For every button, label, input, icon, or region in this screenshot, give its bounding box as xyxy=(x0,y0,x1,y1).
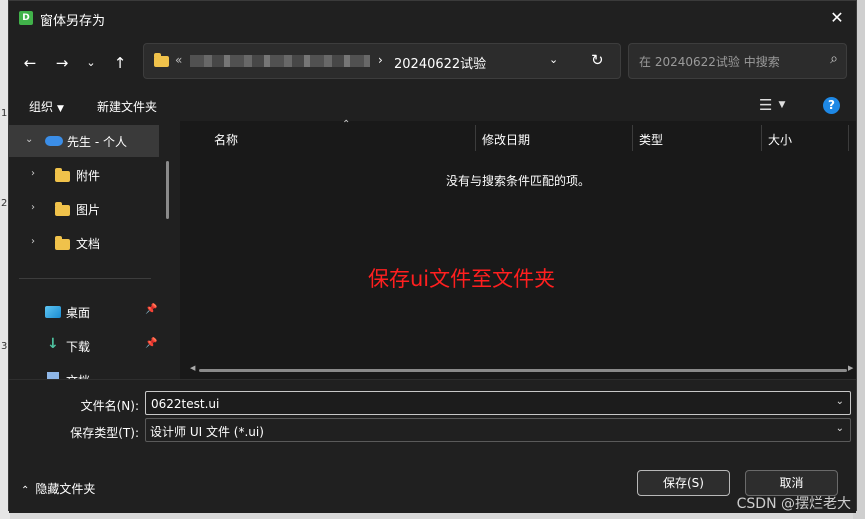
save-button[interactable]: 保存(S) xyxy=(637,470,730,496)
column-header-name[interactable]: 名称 xyxy=(214,131,238,148)
document-icon xyxy=(47,372,59,379)
new-folder-label: 新建文件夹 xyxy=(97,100,158,114)
download-icon: ↓ xyxy=(47,336,59,352)
arrow-right-icon: → xyxy=(55,54,69,72)
filetype-select[interactable]: 设计师 UI 文件 (*.ui) ⌄ xyxy=(145,418,851,442)
back-button[interactable]: ← xyxy=(19,53,41,73)
annotation-text: 保存ui文件至文件夹 xyxy=(368,267,556,291)
nav-item-documents[interactable]: 文档 xyxy=(9,364,159,379)
sort-ascending-icon: ⌃ xyxy=(342,119,351,130)
save-as-dialog: D 窗体另存为 ✕ ← → ⌄ ↑ « › 20240622试验 ⌄ ↻ ⌕ 组… xyxy=(8,0,857,513)
close-button[interactable]: ✕ xyxy=(826,8,848,28)
caret-down-icon: ▼ xyxy=(778,100,786,110)
pin-icon[interactable]: 📌 xyxy=(145,304,157,315)
column-header-modified[interactable]: 修改日期 xyxy=(482,131,530,148)
navigation-pane: ⌄ 先生 - 个人 › 附件 › 图片 › 文档 桌面 📌 ↓ 下载 📌 xyxy=(9,121,179,379)
search-input[interactable] xyxy=(637,52,816,72)
nav-item-documents-folder[interactable]: › 文档 xyxy=(9,227,159,259)
close-icon: ✕ xyxy=(830,8,844,27)
nav-item-label: 桌面 xyxy=(66,306,91,320)
nav-item-pictures[interactable]: › 图片 xyxy=(9,193,159,225)
scroll-right-icon[interactable]: ▶ xyxy=(848,364,853,372)
organize-label: 组织 xyxy=(29,100,54,114)
nav-item-onedrive[interactable]: ⌄ 先生 - 个人 xyxy=(9,125,159,157)
chevron-right-icon[interactable]: › xyxy=(31,236,35,247)
nav-item-desktop[interactable]: 桌面 📌 xyxy=(9,296,159,328)
column-header-size[interactable]: 大小 xyxy=(768,131,792,148)
chevron-down-icon[interactable]: ⌄ xyxy=(836,396,844,407)
hide-folders-toggle[interactable]: ⌃ 隐藏文件夹 xyxy=(21,480,95,497)
ruler-mark: 2 xyxy=(1,198,8,209)
column-header-type[interactable]: 类型 xyxy=(639,131,663,148)
horizontal-scrollbar[interactable] xyxy=(199,369,847,372)
up-button[interactable]: ↑ xyxy=(109,53,131,73)
address-bar[interactable]: « › 20240622试验 ⌄ ↻ xyxy=(143,43,621,79)
breadcrumb-arrow-icon[interactable]: › xyxy=(378,53,383,67)
app-icon: D xyxy=(19,11,33,25)
organize-button[interactable]: 组织 ▼ xyxy=(29,98,64,115)
search-icon[interactable]: ⌕ xyxy=(830,51,838,67)
save-form: 文件名(N): ⌄ 保存类型(T): 设计师 UI 文件 (*.ui) ⌄ ⌃ 隐… xyxy=(9,379,856,513)
blurred-path xyxy=(190,55,370,67)
breadcrumb-overflow[interactable]: « xyxy=(175,53,182,67)
nav-item-downloads[interactable]: ↓ 下载 📌 xyxy=(9,330,159,362)
filename-label: 文件名(N): xyxy=(80,399,139,413)
nav-item-label: 文档 xyxy=(66,372,90,379)
cloud-icon xyxy=(45,136,63,146)
nav-item-label: 附件 xyxy=(76,169,101,183)
chevron-down-icon[interactable]: ⌄ xyxy=(25,134,33,145)
nav-scrollbar[interactable] xyxy=(166,161,169,219)
refresh-icon[interactable]: ↻ xyxy=(591,51,604,69)
address-dropdown-icon[interactable]: ⌄ xyxy=(549,53,558,66)
column-divider[interactable] xyxy=(632,125,633,151)
empty-state-message: 没有与搜索条件匹配的项。 xyxy=(445,174,590,188)
filetype-label: 保存类型(T): xyxy=(70,426,139,440)
forward-button[interactable]: → xyxy=(51,53,73,73)
ruler-mark: 1 xyxy=(1,108,8,119)
arrow-left-icon: ← xyxy=(23,54,37,72)
chevron-right-icon[interactable]: › xyxy=(31,202,35,213)
nav-item-label: 图片 xyxy=(76,203,101,217)
new-folder-button[interactable]: 新建文件夹 xyxy=(97,98,157,115)
list-view-icon: ☰ xyxy=(759,96,773,114)
filename-input[interactable] xyxy=(149,395,823,413)
hide-folders-label: 隐藏文件夹 xyxy=(35,482,96,496)
dialog-title: 窗体另存为 xyxy=(40,14,106,29)
nav-item-label: 先生 - 个人 xyxy=(67,135,127,149)
column-divider[interactable] xyxy=(761,125,762,151)
scroll-left-icon[interactable]: ◀ xyxy=(190,364,195,372)
nav-divider xyxy=(19,278,151,279)
desktop-icon xyxy=(45,306,61,318)
breadcrumb-current[interactable]: 20240622试验 xyxy=(394,53,486,72)
folder-icon xyxy=(154,53,169,67)
chevron-down-icon[interactable]: ⌄ xyxy=(836,423,844,434)
column-divider[interactable] xyxy=(848,125,849,151)
chevron-right-icon[interactable]: › xyxy=(31,168,35,179)
help-icon[interactable]: ? xyxy=(823,97,840,114)
folder-icon xyxy=(55,168,70,182)
nav-item-label: 下载 xyxy=(66,340,91,354)
nav-item-attachments[interactable]: › 附件 xyxy=(9,159,159,191)
file-list-pane: ⌃ 名称 修改日期 类型 大小 没有与搜索条件匹配的项。 保存ui文件至文件夹 … xyxy=(180,119,856,379)
folder-icon xyxy=(55,202,70,216)
title-bar: D 窗体另存为 ✕ xyxy=(9,1,856,35)
arrow-up-icon: ↑ xyxy=(113,54,127,72)
view-options-button[interactable]: ☰ ▼ xyxy=(759,96,785,114)
filename-combobox[interactable]: ⌄ xyxy=(145,391,851,415)
filetype-value: 设计师 UI 文件 (*.ui) xyxy=(150,425,264,439)
recent-locations-button[interactable]: ⌄ xyxy=(80,53,102,73)
chevron-down-icon: ⌄ xyxy=(86,56,96,69)
chevron-up-icon: ⌃ xyxy=(21,485,30,496)
caret-down-icon: ▼ xyxy=(57,104,64,114)
column-divider[interactable] xyxy=(475,125,476,151)
watermark: CSDN @摆烂老大 xyxy=(736,496,851,512)
ruler-mark: 3 xyxy=(1,341,8,352)
pin-icon[interactable]: 📌 xyxy=(145,338,157,349)
nav-item-label: 文档 xyxy=(76,237,101,251)
search-box[interactable]: ⌕ xyxy=(628,43,847,79)
folder-icon xyxy=(55,236,70,250)
